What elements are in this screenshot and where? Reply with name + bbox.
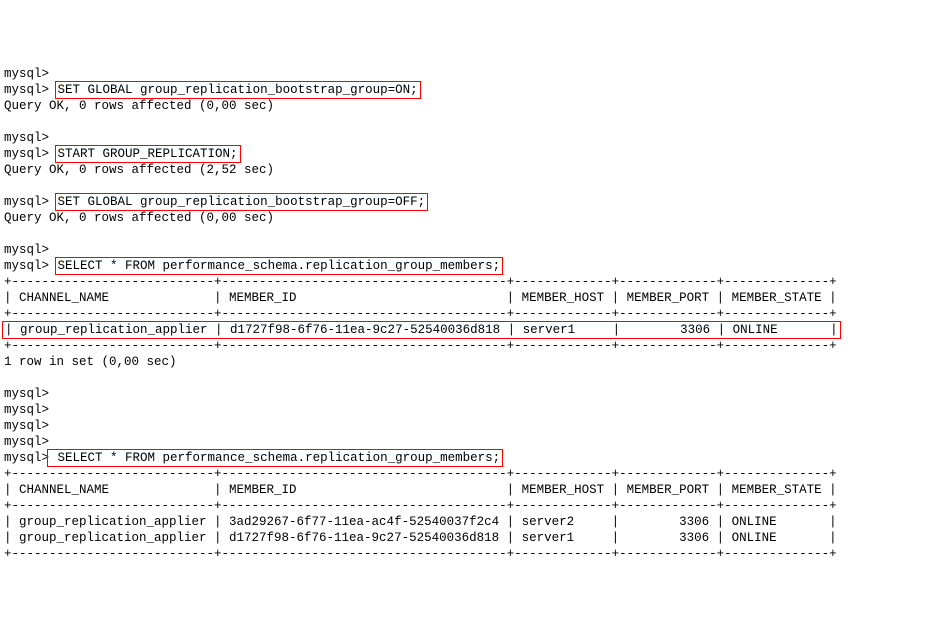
sql-cmd-bootstrap-on: SET GLOBAL group_replication_bootstrap_g… xyxy=(55,81,421,99)
sql-cmd-bootstrap-off: SET GLOBAL group_replication_bootstrap_g… xyxy=(55,193,429,211)
sql-cmd-select-members-1: SELECT * FROM performance_schema.replica… xyxy=(55,257,504,275)
table-border: +---------------------------+-----------… xyxy=(4,499,837,513)
prompt: mysql> xyxy=(4,259,49,273)
sql-cmd-start-replication: START GROUP_REPLICATION; xyxy=(55,145,241,163)
table-row-server2: | group_replication_applier | 3ad29267-6… xyxy=(4,515,837,529)
prompt: mysql> xyxy=(4,435,49,449)
prompt: mysql> xyxy=(4,195,49,209)
prompt: mysql> xyxy=(4,451,49,465)
sql-cmd-select-members-2: SELECT * FROM performance_schema.replica… xyxy=(47,449,503,467)
prompt: mysql> xyxy=(4,131,49,145)
prompt: mysql> xyxy=(4,83,49,97)
prompt: mysql> xyxy=(4,147,49,161)
table-row-server1: | group_replication_applier | d1727f98-6… xyxy=(2,321,841,339)
table-row-server1: | group_replication_applier | d1727f98-6… xyxy=(4,531,837,545)
table-header: | CHANNEL_NAME | MEMBER_ID | MEMBER_HOST… xyxy=(4,291,837,305)
table-border: +---------------------------+-----------… xyxy=(4,339,837,353)
rows-in-set: 1 row in set (0,00 sec) xyxy=(4,355,177,369)
table-header: | CHANNEL_NAME | MEMBER_ID | MEMBER_HOST… xyxy=(4,483,837,497)
table-border: +---------------------------+-----------… xyxy=(4,467,837,481)
query-result: Query OK, 0 rows affected (0,00 sec) xyxy=(4,211,274,225)
query-result: Query OK, 0 rows affected (0,00 sec) xyxy=(4,99,274,113)
prompt: mysql> xyxy=(4,403,49,417)
prompt: mysql> xyxy=(4,419,49,433)
prompt: mysql> xyxy=(4,387,49,401)
prompt: mysql> xyxy=(4,67,49,81)
prompt: mysql> xyxy=(4,243,49,257)
table-border: +---------------------------+-----------… xyxy=(4,547,837,561)
table-border: +---------------------------+-----------… xyxy=(4,275,837,289)
query-result: Query OK, 0 rows affected (2,52 sec) xyxy=(4,163,274,177)
table-border: +---------------------------+-----------… xyxy=(4,307,837,321)
